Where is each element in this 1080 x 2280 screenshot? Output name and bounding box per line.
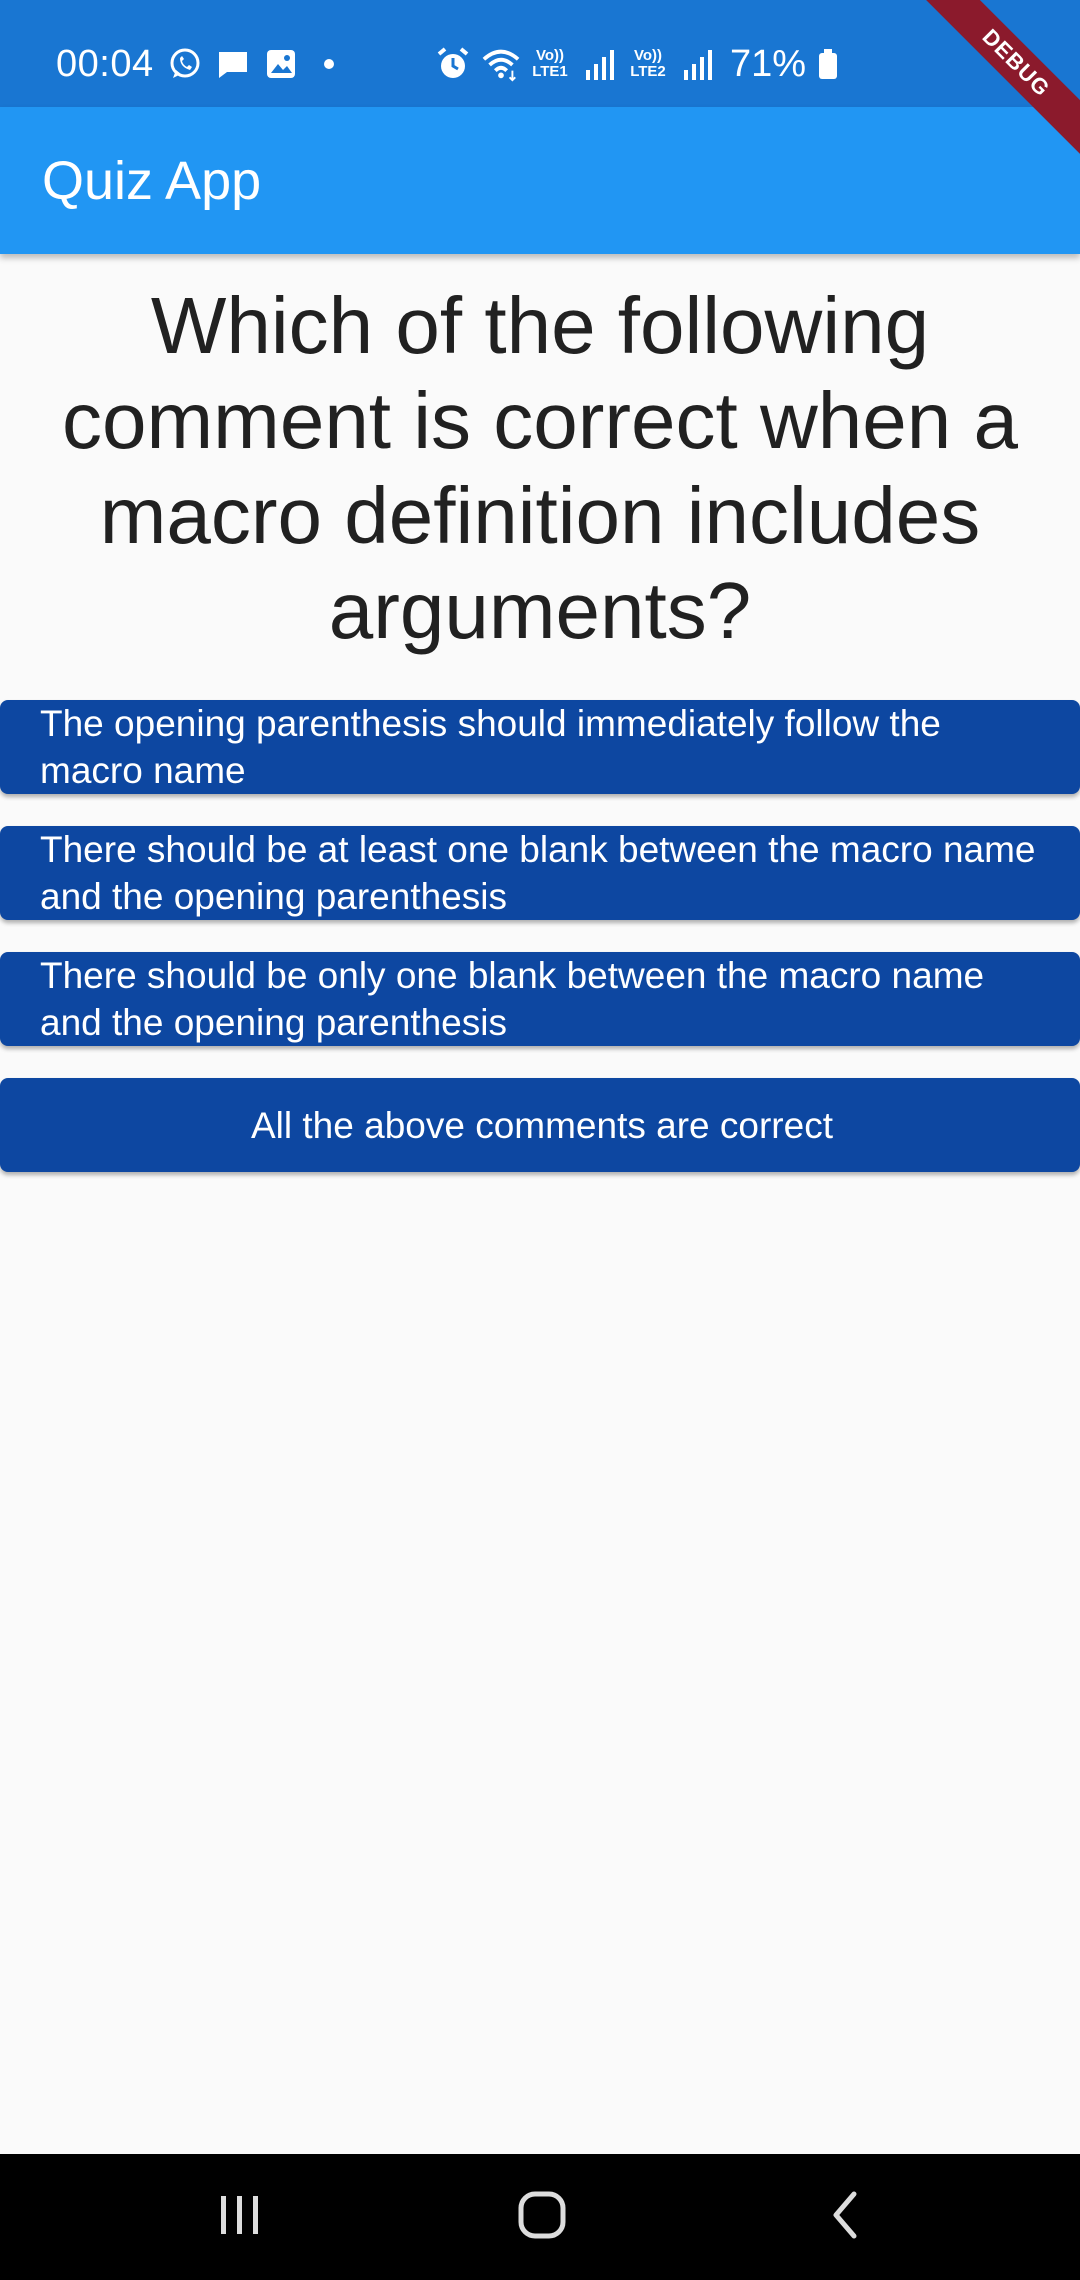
sim2-label-top: Vo)) (633, 47, 663, 64)
home-button[interactable] (462, 2154, 622, 2280)
status-right-icons: Vo)) LTE1 Vo)) LTE2 71% (434, 40, 840, 88)
home-icon (517, 2190, 567, 2245)
recents-button[interactable] (160, 2154, 320, 2280)
battery-percent: 71% (730, 43, 807, 85)
sim1-label-bottom: LTE1 (532, 63, 568, 80)
answer-label: There should be at least one blank betwe… (40, 829, 1036, 917)
message-icon (214, 45, 252, 83)
navigation-bar (0, 2154, 1080, 2280)
battery-icon (816, 45, 840, 83)
sim1-label-top: Vo)) (535, 47, 565, 64)
app-bar: Quiz App (0, 107, 1080, 254)
recents-icon (215, 2192, 265, 2243)
answer-button-3[interactable]: There should be only one blank between t… (0, 952, 1080, 1046)
gallery-icon (262, 45, 300, 83)
question-text: Which of the following comment is correc… (62, 281, 1018, 655)
answer-label: All the above comments are correct (251, 1104, 833, 1146)
answer-label: The opening parenthesis should immediate… (40, 703, 941, 791)
back-icon (826, 2190, 866, 2245)
sim1-label: Vo)) LTE1 (530, 48, 570, 80)
wifi-icon (482, 45, 520, 83)
signal-icon (678, 45, 716, 83)
screen: 00:04 Vo)) LTE1 Vo)) LTE2 71% DEBUG Quiz… (0, 0, 1080, 2280)
answer-label: There should be only one blank between t… (40, 955, 985, 1043)
back-button[interactable] (766, 2154, 926, 2280)
alarm-icon (434, 45, 472, 83)
app-title: Quiz App (42, 151, 262, 211)
status-left-icons (166, 44, 348, 84)
status-bar: 00:04 Vo)) LTE1 Vo)) LTE2 71% (0, 0, 1080, 107)
whatsapp-icon (166, 45, 204, 83)
dot-icon (310, 45, 348, 83)
status-time: 00:04 (56, 43, 154, 85)
signal-icon (580, 45, 618, 83)
answer-button-1[interactable]: The opening parenthesis should immediate… (0, 700, 1080, 794)
sim2-label-bottom: LTE2 (630, 63, 666, 80)
sim2-label: Vo)) LTE2 (628, 48, 668, 80)
answer-button-4[interactable]: All the above comments are correct (0, 1078, 1080, 1172)
answer-button-2[interactable]: There should be at least one blank betwe… (0, 826, 1080, 920)
